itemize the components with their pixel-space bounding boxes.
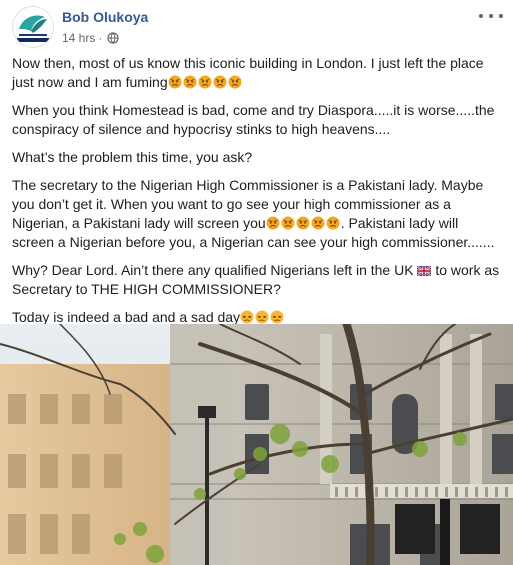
more-options-button[interactable]: [479, 8, 503, 24]
angry-face-icon: [311, 216, 325, 230]
post-meta: 14 hrs ·: [62, 31, 119, 45]
globe-icon[interactable]: [107, 32, 119, 44]
post-paragraph-2: When you think Homestead is bad, come an…: [12, 101, 504, 139]
paragraph-6-text: Today is indeed a bad and a sad day: [12, 309, 241, 325]
angry-emoji-group-1: [168, 74, 243, 90]
post-paragraph-3: What’s the problem this time, you ask?: [12, 148, 504, 167]
angry-face-icon: [296, 216, 310, 230]
post-header: Bob Olukoya 14 hrs ·: [0, 0, 513, 52]
sad-emoji-group: [240, 309, 285, 325]
author-name[interactable]: Bob Olukoya: [62, 9, 148, 25]
facebook-post: Bob Olukoya 14 hrs · Now then, most of u…: [0, 0, 513, 565]
persevering-face-icon: [255, 310, 269, 324]
more-dot-icon: [499, 14, 503, 18]
meta-separator: ·: [98, 31, 103, 45]
avatar-logo-icon: [13, 7, 53, 47]
angry-face-icon: [168, 75, 182, 89]
persevering-face-icon: [270, 310, 284, 324]
angry-emoji-group-2: [266, 215, 341, 231]
post-body: Now then, most of us know this iconic bu…: [12, 54, 504, 336]
angry-face-icon: [213, 75, 227, 89]
angry-face-icon: [281, 216, 295, 230]
paragraph-2-text: When you think Homestead is bad, come an…: [12, 102, 495, 137]
angry-face-icon: [326, 216, 340, 230]
paragraph-1-text: Now then, most of us know this iconic bu…: [12, 55, 484, 90]
paragraph-3-text: What’s the problem this time, you ask?: [12, 149, 253, 165]
london-building-photo: [0, 324, 513, 565]
angry-face-icon: [198, 75, 212, 89]
post-timestamp[interactable]: 14 hrs: [62, 31, 95, 45]
post-photo[interactable]: [0, 324, 513, 565]
angry-face-icon: [266, 216, 280, 230]
post-paragraph-4: The secretary to the Nigerian High Commi…: [12, 176, 504, 252]
more-dot-icon: [489, 14, 493, 18]
uk-flag-icon: [417, 266, 432, 276]
angry-face-icon: [228, 75, 242, 89]
persevering-face-icon: [240, 310, 254, 324]
post-paragraph-5: Why? Dear Lord. Ain’t there any qualifie…: [12, 261, 504, 299]
more-dot-icon: [479, 14, 483, 18]
angry-face-icon: [183, 75, 197, 89]
post-paragraph-1: Now then, most of us know this iconic bu…: [12, 54, 504, 92]
paragraph-5-text-a: Why? Dear Lord. Ain’t there any qualifie…: [12, 262, 418, 278]
author-avatar[interactable]: [12, 6, 54, 48]
